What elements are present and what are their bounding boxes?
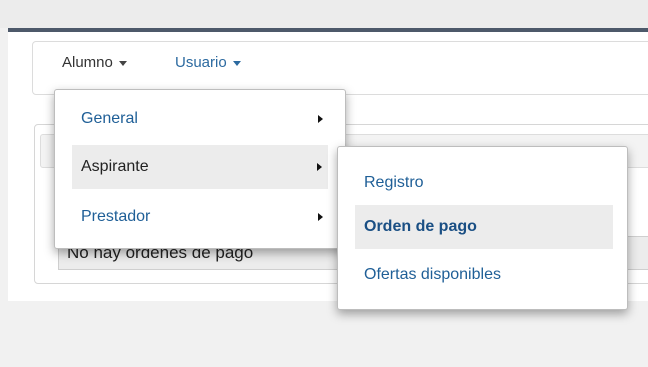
menu-item-label: Prestador <box>81 208 151 225</box>
top-strip <box>0 0 648 28</box>
menu-item-prestador[interactable]: Prestador <box>55 195 345 239</box>
menu-item-label: Registro <box>364 174 424 191</box>
menu-item-label: Ofertas disponibles <box>364 266 501 283</box>
menu-usuario-label: Usuario <box>175 54 227 71</box>
menu-item-general[interactable]: General <box>55 97 345 141</box>
menu-item-label: Aspirante <box>81 158 149 175</box>
menu-item-aspirante[interactable]: Aspirante <box>72 145 328 189</box>
chevron-right-icon <box>318 115 323 123</box>
menu-item-ofertas-disponibles[interactable]: Ofertas disponibles <box>338 253 627 297</box>
menu-alumno-label: Alumno <box>62 54 113 71</box>
menu-item-orden-de-pago[interactable]: Orden de pago <box>355 205 613 249</box>
alumno-dropdown: General Aspirante Prestador <box>54 89 346 249</box>
menu-alumno[interactable]: Alumno <box>62 54 127 71</box>
chevron-right-icon <box>318 213 323 221</box>
chevron-right-icon <box>317 163 322 171</box>
aspirante-submenu: Registro Orden de pago Ofertas disponibl… <box>337 146 628 310</box>
menu-item-registro[interactable]: Registro <box>338 161 627 205</box>
chevron-down-icon <box>232 60 241 66</box>
menu-item-label: Orden de pago <box>364 218 477 235</box>
menu-usuario[interactable]: Usuario <box>175 54 241 71</box>
menu-item-label: General <box>81 110 138 127</box>
chevron-down-icon <box>118 60 127 66</box>
